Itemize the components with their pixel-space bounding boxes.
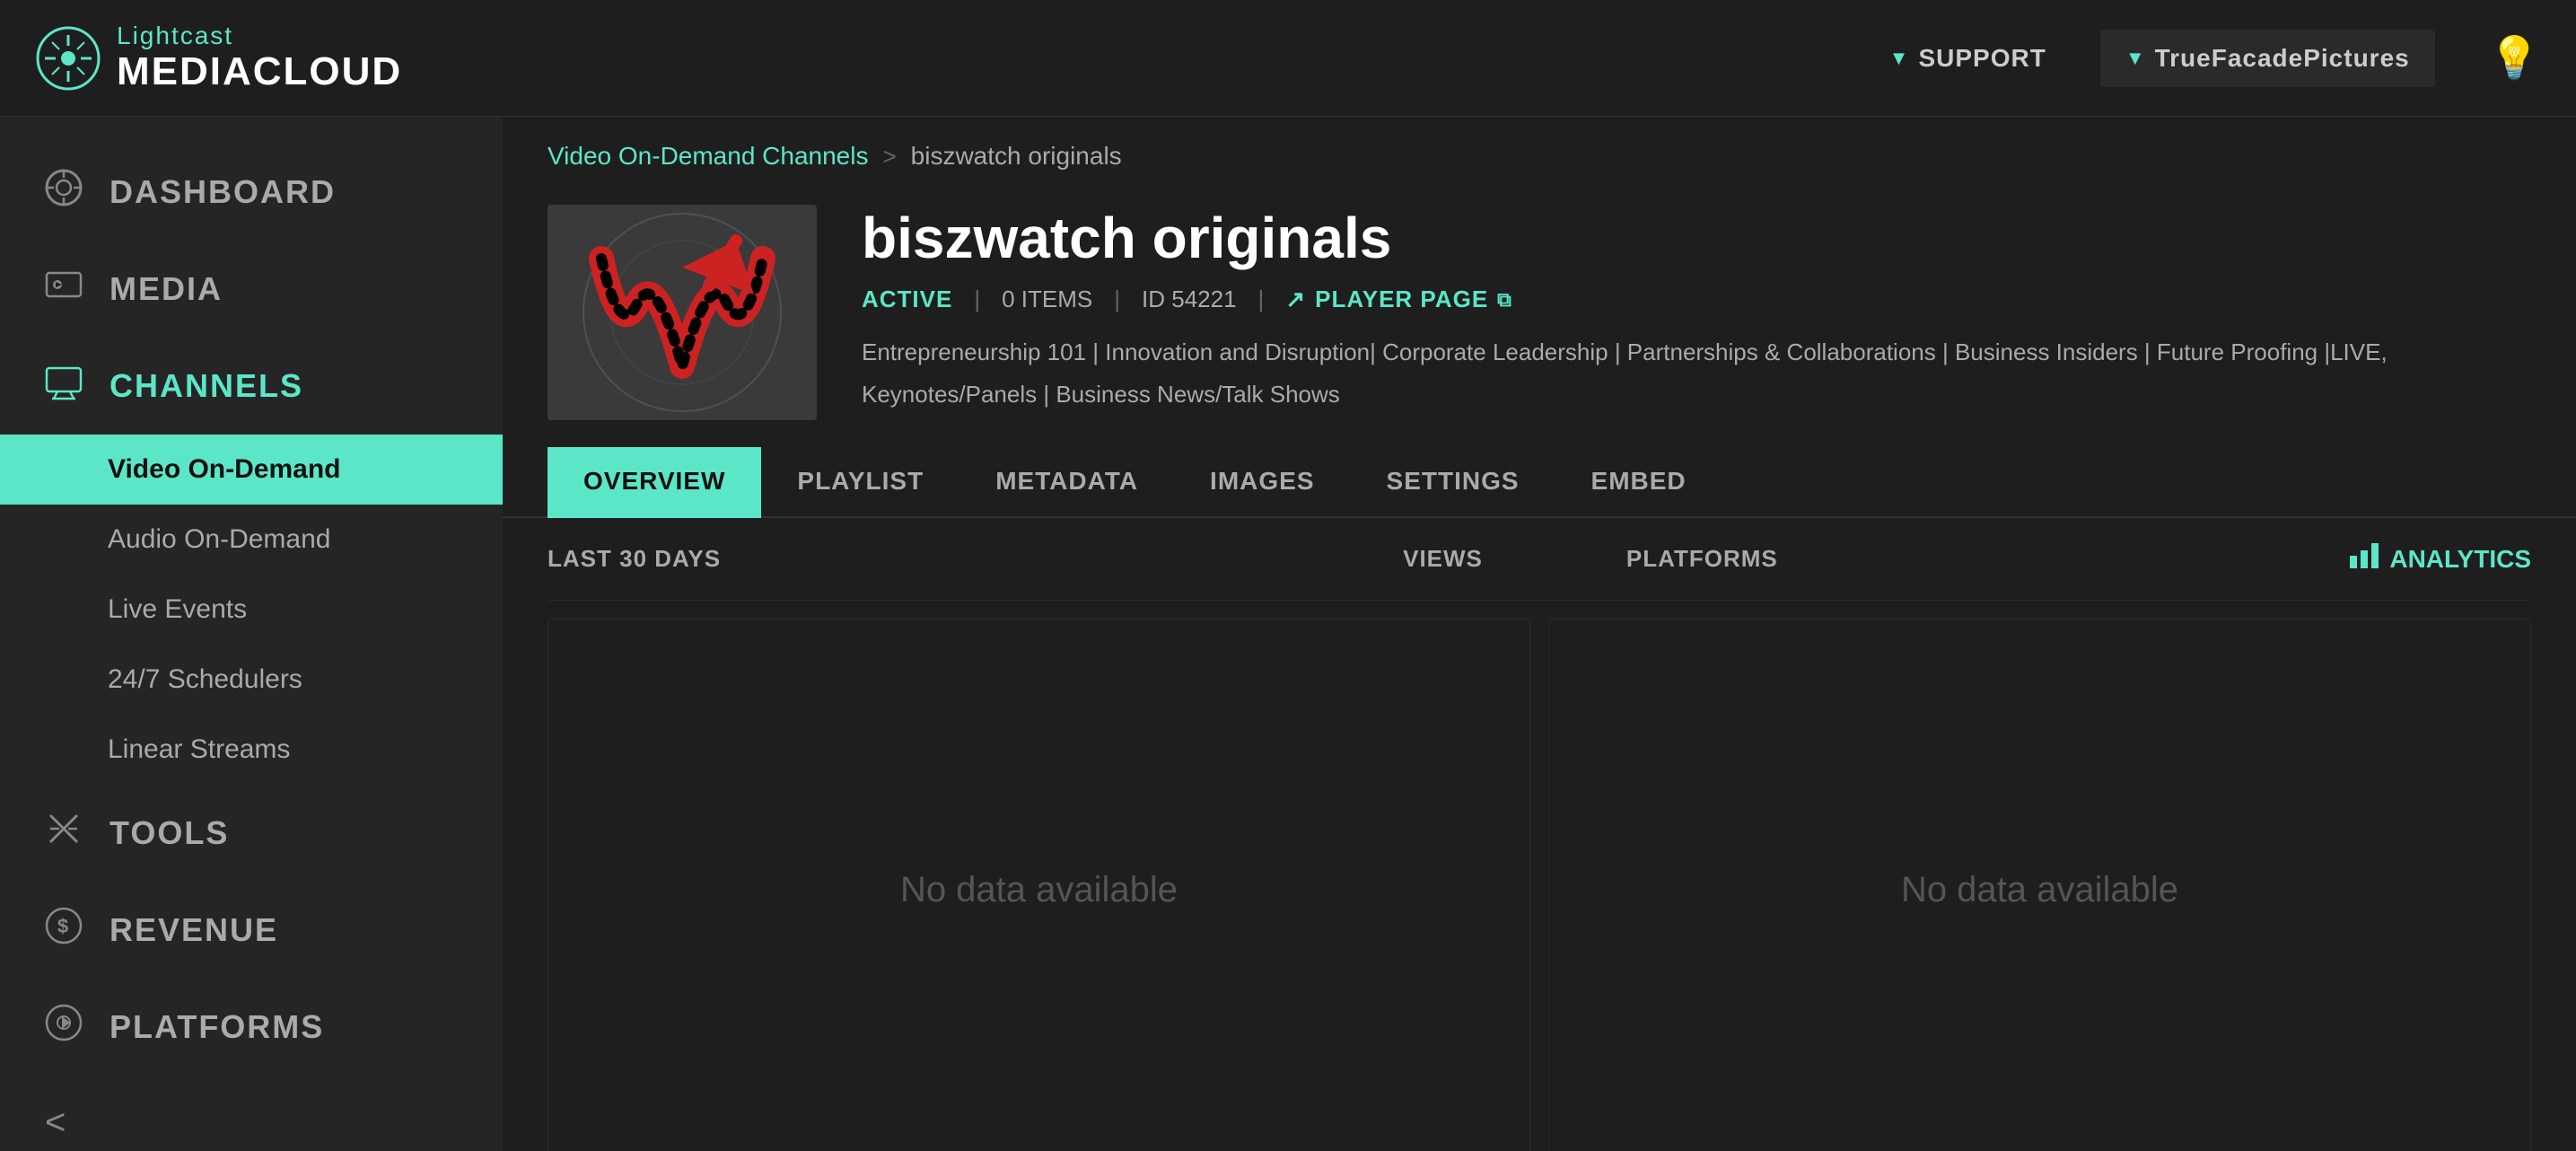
- revenue-icon: $: [45, 907, 83, 953]
- tools-label: TOOLS: [110, 814, 229, 852]
- ideas-icon[interactable]: 💡: [2489, 33, 2540, 83]
- views-data-panel: No data available: [548, 619, 1530, 1151]
- platforms-label: PLATFORMS: [1626, 545, 1778, 573]
- channel-info: biszwatch originals ACTIVE | 0 ITEMS | I…: [862, 205, 2531, 416]
- platforms-data-panel: No data available: [1548, 619, 2531, 1151]
- copy-icon: ⧉: [1497, 288, 1512, 312]
- sidebar-item-media[interactable]: MEDIA: [0, 241, 503, 338]
- revenue-label: REVENUE: [110, 911, 278, 949]
- channel-tags: Entrepreneurship 101 | Innovation and Di…: [862, 331, 2531, 416]
- tab-images[interactable]: IMAGES: [1174, 447, 1350, 518]
- logo-text: Lightcast MEDIACLOUD: [117, 22, 402, 93]
- sidebar-collapse-button[interactable]: <: [0, 1076, 503, 1151]
- breadcrumb: Video On-Demand Channels > biszwatch ori…: [503, 117, 2576, 196]
- no-data-platforms: No data available: [1901, 870, 2178, 910]
- top-bar-right: ▼ SUPPORT ▼ TrueFacadePictures 💡: [1889, 30, 2540, 87]
- tabs-bar: OVERVIEW PLAYLIST METADATA IMAGES SETTIN…: [503, 447, 2576, 518]
- breadcrumb-separator: >: [882, 143, 896, 171]
- logo-icon: [36, 26, 101, 91]
- tab-overview[interactable]: OVERVIEW: [548, 447, 761, 518]
- main-layout: DASHBOARD MEDIA CHANNELS: [0, 117, 2576, 1151]
- logo-lightcast: Lightcast: [117, 22, 402, 50]
- tab-settings[interactable]: SETTINGS: [1351, 447, 1555, 518]
- analytics-icon: [2350, 543, 2379, 575]
- channel-meta: ACTIVE | 0 ITEMS | ID 54221 | ↗ PLAYER P…: [862, 286, 2531, 313]
- sidebar-item-platforms[interactable]: PLATFORMS: [0, 979, 503, 1076]
- media-icon: [45, 266, 83, 312]
- channel-title: biszwatch originals: [862, 205, 2531, 271]
- no-data-views: No data available: [900, 870, 1178, 910]
- logo-area: Lightcast MEDIACLOUD: [36, 22, 539, 93]
- dashboard-label: DASHBOARD: [110, 173, 336, 211]
- sidebar: DASHBOARD MEDIA CHANNELS: [0, 117, 503, 1151]
- stats-period: LAST 30 DAYS: [548, 545, 721, 573]
- player-page-link[interactable]: ↗ PLAYER PAGE ⧉: [1285, 286, 1512, 313]
- channel-id: ID 54221: [1142, 286, 1237, 313]
- sidebar-item-tools[interactable]: TOOLS: [0, 785, 503, 882]
- user-menu-button[interactable]: ▼ TrueFacadePictures: [2100, 30, 2435, 87]
- channel-header: biszwatch originals ACTIVE | 0 ITEMS | I…: [503, 196, 2576, 447]
- platforms-icon: [45, 1004, 83, 1050]
- sidebar-item-live-events[interactable]: Live Events: [0, 575, 503, 645]
- tools-icon: [45, 810, 83, 857]
- views-label: VIEWS: [1403, 545, 1483, 573]
- overview-content: LAST 30 DAYS VIEWS PLATFORMS ANALYTICS: [503, 518, 2576, 1151]
- breadcrumb-current: biszwatch originals: [911, 142, 1122, 171]
- user-label: TrueFacadePictures: [2155, 44, 2410, 73]
- channels-label: CHANNELS: [110, 367, 303, 405]
- channels-submenu: Video On-Demand Audio On-Demand Live Eve…: [0, 435, 503, 785]
- top-bar: Lightcast MEDIACLOUD ▼ SUPPORT ▼ TrueFac…: [0, 0, 2576, 117]
- tab-metadata[interactable]: METADATA: [959, 447, 1174, 518]
- support-button[interactable]: ▼ SUPPORT: [1889, 44, 2046, 73]
- tab-embed[interactable]: EMBED: [1555, 447, 1722, 518]
- channels-icon: [45, 363, 83, 409]
- user-triangle-icon: ▼: [2125, 47, 2146, 70]
- sidebar-item-revenue[interactable]: $ REVENUE: [0, 882, 503, 979]
- support-triangle-icon: ▼: [1889, 47, 1910, 70]
- items-count: 0 ITEMS: [1002, 286, 1092, 313]
- logo-mediacloud: MEDIACLOUD: [117, 50, 402, 93]
- sidebar-item-channels[interactable]: CHANNELS: [0, 338, 503, 435]
- media-label: MEDIA: [110, 270, 223, 308]
- content-area: Video On-Demand Channels > biszwatch ori…: [503, 117, 2576, 1151]
- data-panels: No data available No data available: [548, 619, 2531, 1151]
- sidebar-item-linear-streams[interactable]: Linear Streams: [0, 715, 503, 785]
- status-badge: ACTIVE: [862, 286, 952, 313]
- support-label: SUPPORT: [1918, 44, 2046, 73]
- dashboard-icon: [45, 169, 83, 215]
- breadcrumb-parent-link[interactable]: Video On-Demand Channels: [548, 142, 868, 171]
- analytics-link[interactable]: ANALYTICS: [2350, 543, 2531, 575]
- sidebar-item-video-on-demand[interactable]: Video On-Demand: [0, 435, 503, 505]
- stats-bar: LAST 30 DAYS VIEWS PLATFORMS ANALYTICS: [548, 518, 2531, 601]
- external-link-icon: ↗: [1285, 286, 1306, 313]
- sidebar-item-dashboard[interactable]: DASHBOARD: [0, 144, 503, 241]
- sidebar-item-247-schedulers[interactable]: 24/7 Schedulers: [0, 645, 503, 715]
- sidebar-item-audio-on-demand[interactable]: Audio On-Demand: [0, 505, 503, 575]
- channel-thumbnail: [548, 205, 817, 420]
- tab-playlist[interactable]: PLAYLIST: [761, 447, 959, 518]
- platforms-label: PLATFORMS: [110, 1008, 324, 1046]
- svg-text:$: $: [57, 915, 70, 937]
